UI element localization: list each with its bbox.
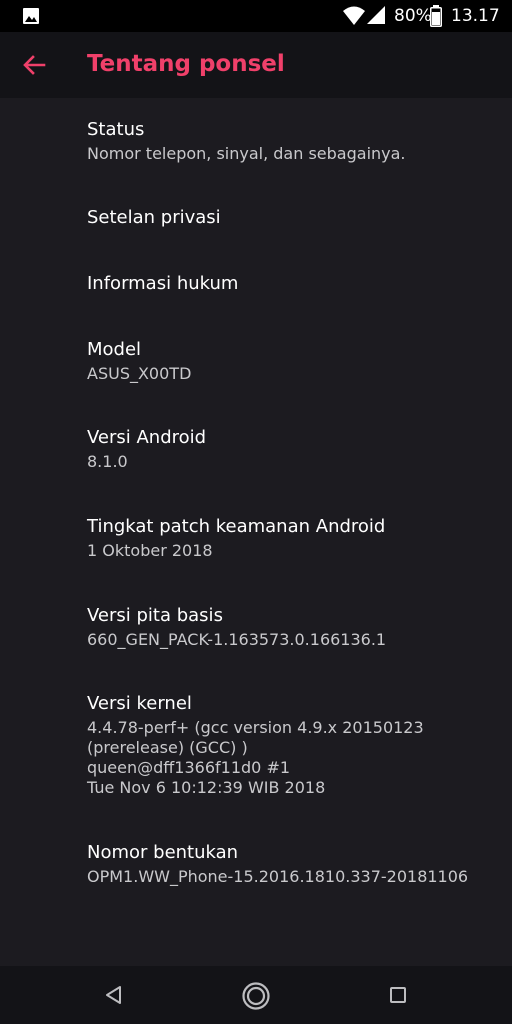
image-gallery-icon [23,8,39,24]
item-label: Setelan privasi [87,207,221,228]
item-value: OPM1.WW_Phone-15.2016.1810.337-20181106 [87,867,469,886]
item-label: Versi kernel [87,693,192,714]
item-value: 8.1.0 [87,452,128,471]
nav-home-circle-icon[interactable] [241,981,271,1011]
item-value: 660_GEN_PACK-1.163573.0.166136.1 [87,630,387,649]
arrow-back-icon[interactable] [18,49,50,81]
status-bar: 80% 13.17 [0,0,512,32]
item-label: Nomor bentukan [87,842,239,863]
list-item-android-version[interactable]: Versi Android 8.1.0 [87,426,487,472]
item-label: Status [87,119,145,140]
list-item-legal-info[interactable]: Informasi hukum [87,272,487,296]
app-bar: Tentang ponsel [0,32,512,98]
list-item-build-number[interactable]: Nomor bentukan OPM1.WW_Phone-15.2016.181… [87,841,487,887]
item-value: 4.4.78-perf+ (gcc version 4.9.x 20150123… [87,718,424,797]
item-label: Informasi hukum [87,273,239,294]
wifi-icon [343,6,365,25]
item-label: Versi Android [87,427,207,448]
battery-percent: 80% [394,6,432,26]
item-label: Model [87,339,142,360]
nav-recents-square-icon[interactable] [388,985,408,1005]
cellular-signal-icon [367,6,385,24]
list-item-security-patch[interactable]: Tingkat patch keamanan Android 1 Oktober… [87,515,487,561]
item-label: Versi pita basis [87,605,223,626]
list-item-baseband-version[interactable]: Versi pita basis 660_GEN_PACK-1.163573.0… [87,604,487,650]
item-value: ASUS_X00TD [87,364,192,383]
list-item-model[interactable]: Model ASUS_X00TD [87,338,487,384]
item-value: Nomor telepon, sinyal, dan sebagainya. [87,144,406,163]
item-label: Tingkat patch keamanan Android [87,516,386,537]
battery-icon [430,5,442,27]
page-title: Tentang ponsel [87,51,285,77]
clock: 13.17 [451,6,500,26]
nav-back-triangle-icon[interactable] [103,984,125,1006]
list-item-privacy-settings[interactable]: Setelan privasi [87,206,487,230]
navigation-bar [0,966,512,1024]
list-item-kernel-version[interactable]: Versi kernel 4.4.78-perf+ (gcc version 4… [87,692,487,798]
item-value: 1 Oktober 2018 [87,541,213,560]
list-item-status[interactable]: Status Nomor telepon, sinyal, dan sebaga… [87,118,487,164]
